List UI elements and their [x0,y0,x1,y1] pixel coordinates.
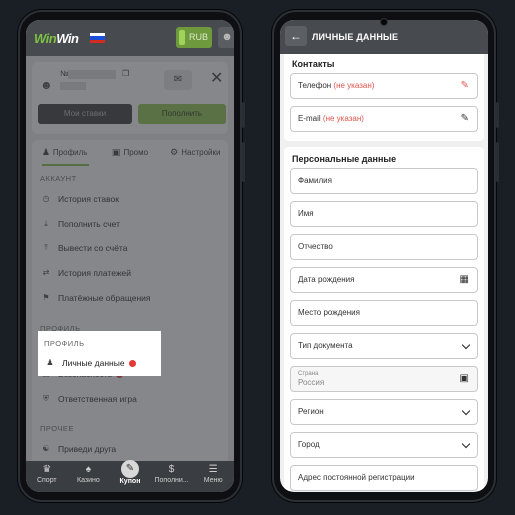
account-balance-redacted [60,82,86,90]
phone-field[interactable]: Телефон (не указан) ✎ [290,73,478,99]
bottom-navigation: ♛ Спорт ♠ Казино ✎ Купон $ Пополни... ☰ Меню [26,460,234,492]
mail-icon[interactable]: ✉ [164,70,192,90]
alert-icon: ⚑ [42,292,50,302]
account-card: ☻ № ❐ ✉ ✕ Мои ставки Пополнить [32,62,228,134]
country-field: Страна Россия ▣ [290,366,478,392]
highlighted-profile-section: ПРОФИЛЬ ♟ Личные данные [38,331,161,376]
power-button [496,142,499,182]
profile-menu: АККАУНТ ◷ История ставок ⤓ Пополнить счет … [32,166,228,462]
gear-icon: ⚙ [170,147,179,157]
edit-pencil-icon[interactable]: ✎ [461,74,469,98]
transfer-icon: ⇄ [42,268,50,278]
right-screen: ← ЛИЧНЫЕ ДАННЫЕ Контакты Телефон (не ука… [280,20,488,492]
email-field[interactable]: E-mail (не указан) ✎ [290,106,478,132]
menu-item-bet-history[interactable]: ◷ История ставок [32,187,228,212]
tab-settings[interactable]: ⚙ Настройки [163,140,228,166]
camera-icon [380,18,388,26]
account-number-redacted [68,70,116,79]
user-icon[interactable]: ☻ [218,27,234,48]
country-value: Россия [298,378,325,387]
menu-icon: ☰ [208,464,218,475]
name-field[interactable]: Имя [290,201,478,227]
app-header: WinWin RUB ☻ [26,20,234,56]
tab-promo[interactable]: ▣ Промо [97,140,162,166]
menu-item-payment-history[interactable]: ⇄ История платежей [32,261,228,286]
nav-coupon[interactable]: ✎ Купон [109,460,151,492]
menu-item-payment-requests[interactable]: ⚑ Платёжные обращения [32,286,228,311]
user-icon: ♟ [41,147,50,157]
birth-date-field[interactable]: Дата рождения ▦ [290,267,478,293]
power-button [242,142,245,182]
download-icon: ⤓ [44,218,48,228]
chevron-down-icon [461,406,471,416]
upload-icon: ⤒ [44,243,48,253]
deposit-button[interactable]: Пополнить [138,104,226,124]
menu-item-invite-friend[interactable]: ☯ Приведи друга [32,437,228,462]
section-other-title: ПРОЧЕЕ [40,423,74,433]
friends-icon: ☯ [42,443,50,453]
registration-address-field[interactable]: Адрес постоянной регистрации [290,465,478,491]
russia-flag-icon[interactable] [90,33,105,43]
document-type-select[interactable]: Тип документа [290,333,478,359]
left-phone-frame: WinWin RUB ☻ ☻ № ❐ ✉ ✕ Мои ставки Пополн… [18,10,245,502]
winwin-logo[interactable]: WinWin [34,31,79,46]
my-bets-button[interactable]: Мои ставки [38,104,132,124]
menu-item-responsible-gaming[interactable]: ⛨ Ответственная игра [32,387,228,412]
nav-menu[interactable]: ☰ Меню [192,461,234,492]
nav-sport[interactable]: ♛ Спорт [26,461,68,492]
user-avatar-icon: ☻ [40,78,53,92]
menu-item-deposit[interactable]: ⤓ Пополнить счет [32,212,228,237]
page-title: ЛИЧНЫЕ ДАННЫЕ [312,32,399,42]
personal-data-heading: Персональные данные [292,154,397,164]
contacts-card: Контакты Телефон (не указан) ✎ E-mail (н… [284,54,484,141]
person-icon: ♟ [46,358,54,367]
surname-field[interactable]: Фамилия [290,168,478,194]
chevron-down-icon [461,439,471,449]
right-phone-frame: ← ЛИЧНЫЕ ДАННЫЕ Контакты Телефон (не ука… [272,10,499,502]
volume-button [496,102,499,128]
close-icon[interactable]: ✕ [210,68,223,88]
casino-icon: ♠ [85,464,92,475]
notification-badge [128,359,136,367]
city-select[interactable]: Город [290,432,478,458]
lock-icon: ▣ [459,373,469,384]
birth-place-field[interactable]: Место рождения [290,300,478,326]
left-screen: WinWin RUB ☻ ☻ № ❐ ✉ ✕ Мои ставки Пополн… [26,20,234,492]
calendar-icon[interactable]: ▦ [460,268,469,292]
chevron-down-icon [461,340,471,350]
personal-data-card: Персональные данные Фамилия Имя Отчество… [284,147,484,491]
trophy-icon: ♛ [42,464,52,475]
edit-pencil-icon[interactable]: ✎ [461,107,469,131]
currency-button[interactable]: RUB [176,27,212,48]
section-profile-title-highlight: ПРОФИЛЬ [44,339,85,348]
history-icon: ◷ [42,194,50,203]
copy-icon[interactable]: ❐ [122,69,129,78]
gift-icon: ▣ [111,147,121,157]
contacts-heading: Контакты [292,59,335,69]
dollar-icon: $ [168,464,175,475]
country-label: Страна [298,371,319,377]
menu-item-withdraw[interactable]: ⤒ Вывести со счёта [32,236,228,261]
profile-tabs: ♟ Профиль ▣ Промо ⚙ Настройки [32,140,228,166]
back-arrow-icon[interactable]: ← [285,26,307,46]
nav-casino[interactable]: ♠ Казино [68,461,110,492]
account-panel: ☻ № ❐ ✉ ✕ Мои ставки Пополнить ♟ Профиль … [26,56,234,462]
shield-icon: ⛨ [43,393,49,403]
tab-profile[interactable]: ♟ Профиль [32,140,97,166]
nav-deposit[interactable]: $ Пополни... [151,461,193,492]
region-select[interactable]: Регион [290,399,478,425]
ticket-icon: ✎ [120,460,139,478]
section-account-title: АККАУНТ [40,174,77,183]
patronymic-field[interactable]: Отчество [290,234,478,260]
menu-item-personal-data-highlight[interactable]: ♟ Личные данные [38,352,161,374]
volume-button [242,102,245,128]
